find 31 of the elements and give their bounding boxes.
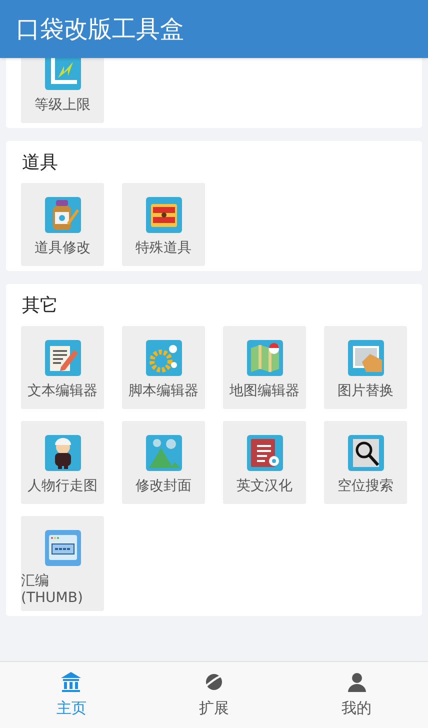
landscape-icon xyxy=(146,435,182,471)
tool-tile[interactable]: 文本编辑器 xyxy=(21,326,104,409)
nav-tab[interactable]: 我的 xyxy=(285,662,428,728)
code-window-icon xyxy=(44,530,80,566)
tool-tile[interactable]: 脚本编辑器 xyxy=(122,326,205,409)
notepad-icon xyxy=(44,340,80,376)
image-icon xyxy=(348,340,384,376)
figure-icon xyxy=(44,435,80,471)
chest-icon xyxy=(146,197,182,233)
tool-tile[interactable]: 道具修改 xyxy=(21,183,104,266)
tool-tile[interactable]: 地图编辑器 xyxy=(223,326,306,409)
gears-icon xyxy=(146,340,182,376)
nav-tab[interactable]: 主页 xyxy=(0,662,143,728)
tool-tile[interactable]: 空位搜索 xyxy=(324,421,407,504)
nav-tab[interactable]: 扩展 xyxy=(142,662,286,728)
app-title: 口袋改版工具盒 xyxy=(16,14,184,45)
tool-tile[interactable]: 修改封面 xyxy=(122,421,205,504)
tool-tile[interactable]: 英文汉化 xyxy=(223,421,306,504)
search-icon xyxy=(348,435,384,471)
tool-tile[interactable]: 汇编(THUMB) xyxy=(21,516,104,611)
tool-tile[interactable]: 图片替换 xyxy=(324,326,407,409)
tool-tile[interactable]: 人物行走图 xyxy=(21,421,104,504)
section-title: 其它 xyxy=(21,294,59,318)
bottle-icon xyxy=(44,197,80,233)
section-title: 道具 xyxy=(21,151,59,175)
tool-tile[interactable]: 特殊道具 xyxy=(122,183,205,266)
document-gear-icon xyxy=(246,435,282,471)
home-icon xyxy=(59,670,84,694)
tool-tile[interactable]: 等级上限 xyxy=(21,58,104,123)
map-icon xyxy=(246,340,282,376)
chart-icon xyxy=(44,58,80,90)
